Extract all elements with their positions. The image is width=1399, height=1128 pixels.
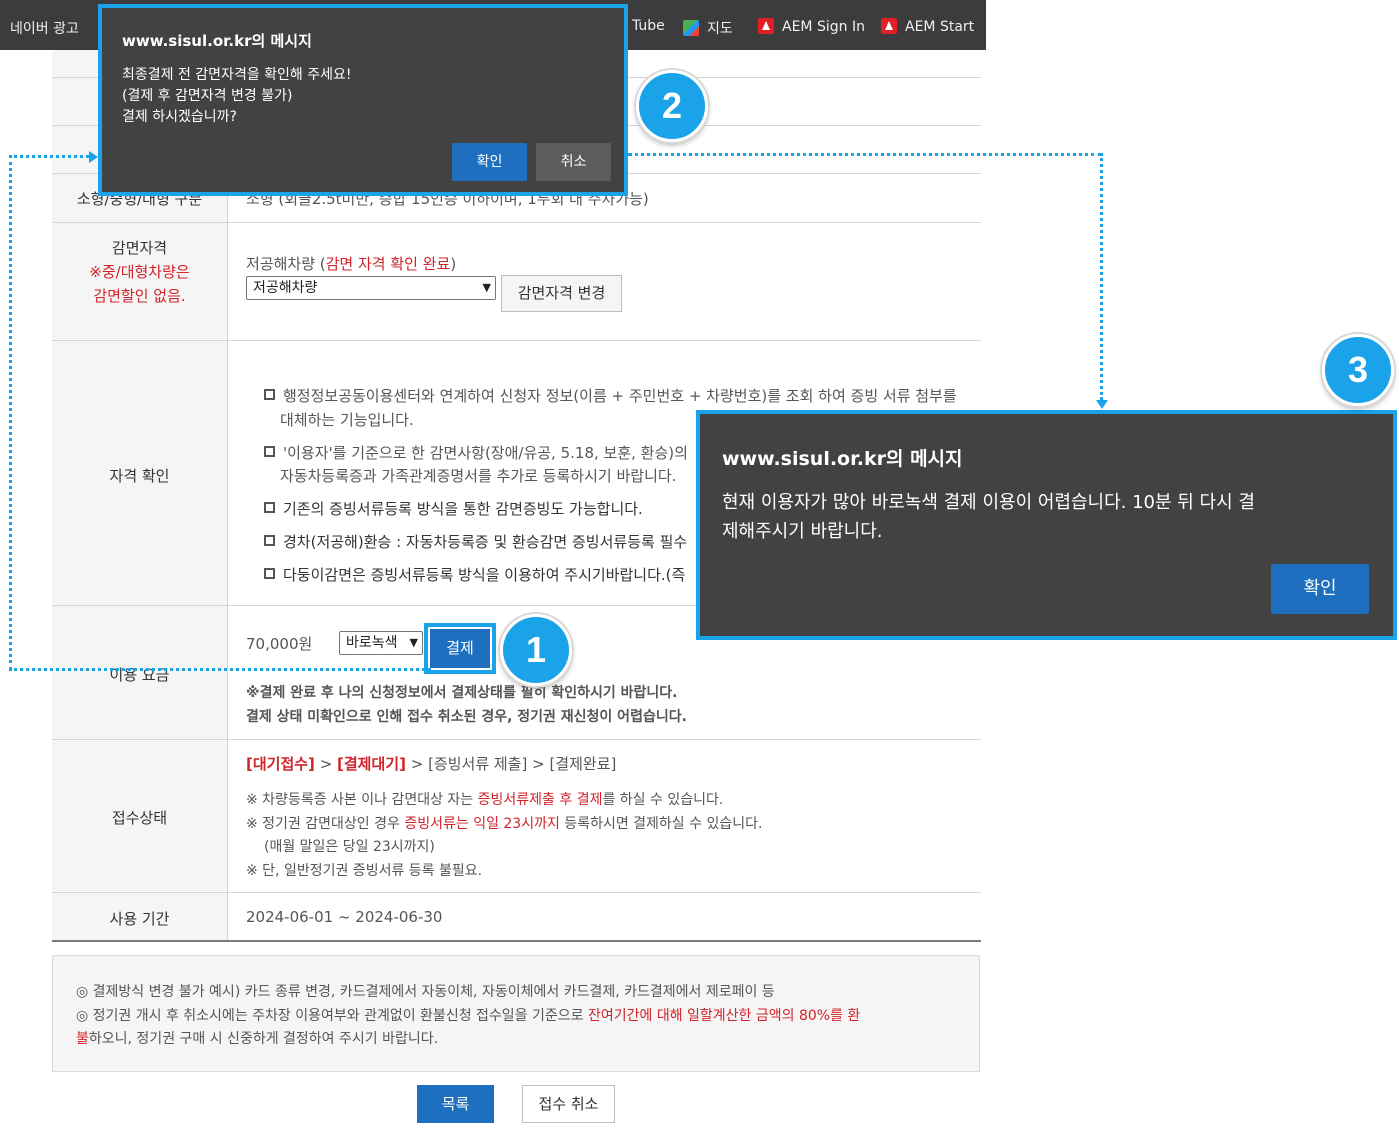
qualification-item-cont: 자동차등록증과 가족관계증명서를 추가로 등록하시기 바랍니다. (280, 467, 677, 485)
cancel-application-button[interactable]: 접수 취소 (522, 1085, 615, 1123)
step-badge-3: 3 (1322, 334, 1394, 406)
qualification-item-cont: 대체하는 기능입니다. (280, 411, 414, 429)
discount-status: 저공해차량 (감면 자격 확인 완료) (246, 255, 457, 273)
status-steps: [대기접수] > [결제대기] > [증빙서류 제출] > [결제완료] (246, 755, 617, 773)
change-discount-button[interactable]: 감면자격 변경 (501, 275, 622, 312)
discount-note-2: 감면할인 없음. (93, 287, 186, 305)
map-icon (683, 20, 699, 36)
connector-line (9, 155, 12, 670)
dialog-message-3: 결제 하시겠습니까? (122, 109, 237, 125)
table-bottom-border (52, 940, 981, 942)
bullet-icon (264, 568, 275, 579)
discount-select[interactable]: 저공해차량 ▼ (246, 276, 496, 300)
payment-method-select[interactable]: 바로녹색 ▼ (339, 631, 423, 655)
period-value: 2024-06-01 ~ 2024-06-30 (246, 908, 443, 926)
discount-note-1: ※중/대형차량은 (89, 263, 190, 281)
row-divider (52, 340, 981, 341)
notice-line-1: ◎ 결제방식 변경 불가 예시) 카드 종류 변경, 카드결제에서 자동이체, … (76, 984, 775, 1000)
status-step: [결제완료] (549, 755, 617, 773)
bullet-icon (264, 502, 275, 513)
pay-button[interactable]: 결제 (430, 629, 490, 668)
status-note-3: (매월 말일은 당일 23시까지) (264, 839, 435, 855)
fee-warning-1: ※결제 완료 후 나의 신청정보에서 결제상태를 필히 확인하시기 바랍니다. (246, 685, 678, 701)
connector-line (9, 155, 89, 158)
bookmark-youtube[interactable]: Tube (632, 18, 665, 34)
dialog-title: www.sisul.or.kr의 메시지 (122, 32, 312, 50)
status-step: [증빙서류 제출] (428, 755, 528, 773)
arrow-right-icon (89, 151, 98, 163)
qualification-item: '이용자'를 기준으로 한 감면사항(장애/유공, 5.18, 보훈, 환승)의 (264, 442, 688, 463)
status-label: 접수상태 (111, 809, 168, 827)
bookmark-map[interactable]: 지도 (683, 18, 733, 38)
bookmark-naver-ad[interactable]: 네이버 광고 (10, 18, 79, 38)
fee-amount: 70,000원 (246, 635, 313, 653)
fee-warning-2: 결제 상태 미확인으로 인해 접수 취소된 경우, 정기권 재신청이 어렵습니다… (246, 709, 687, 725)
status-step-current: [대기접수] (246, 755, 315, 773)
status-note-4: ※ 단, 일반정기권 증빙서류 등록 불필요. (246, 863, 483, 879)
notice-line-3: 불하오니, 정기권 구매 시 신중하게 결정하여 주시기 바랍니다. (76, 1031, 439, 1047)
bullet-icon (264, 389, 275, 400)
arrow-down-icon (1096, 400, 1108, 409)
dialog-message-1: 현재 이용자가 많아 바로녹색 결제 이용이 어렵습니다. 10분 뒤 다시 결 (722, 492, 1255, 513)
dialog-message-2: 제해주시기 바랍니다. (722, 521, 883, 542)
bookmark-aem-sign-in[interactable]: AEM Sign In (758, 18, 865, 35)
dialog-ok-button[interactable]: 확인 (452, 143, 527, 181)
status-note-2: ※ 정기권 감면대상인 경우 증빙서류는 익일 23시까지 등록하시면 결제하실… (246, 816, 763, 832)
qualification-label: 자격 확인 (109, 467, 170, 485)
row-divider (52, 739, 981, 740)
dialog-ok-button[interactable]: 확인 (1271, 564, 1369, 614)
qualification-item: 행정정보공동이용센터와 연계하여 신청자 정보(이름 + 주민번호 + 차량번호… (264, 385, 957, 406)
dialog-cancel-button[interactable]: 취소 (536, 143, 611, 181)
connector-line (628, 153, 1102, 156)
step-badge-1: 1 (500, 614, 572, 686)
chevron-down-icon: ▼ (409, 636, 418, 649)
confirm-dialog: www.sisul.or.kr의 메시지 최종결제 전 감면자격을 확인해 주세… (98, 4, 628, 196)
qualification-item: 기존의 증빙서류등록 방식을 통한 감면증빙도 가능합니다. (264, 498, 643, 519)
row-divider (52, 222, 981, 223)
connector-line (9, 668, 431, 671)
bullet-icon (264, 535, 275, 546)
bookmark-aem-start[interactable]: AEM Start (881, 18, 974, 35)
connector-line (1100, 153, 1103, 400)
error-dialog: www.sisul.or.kr의 메시지 현재 이용자가 많아 바로녹색 결제 … (696, 410, 1397, 640)
status-step: [결제대기] (337, 755, 406, 773)
row-divider (52, 892, 981, 893)
bullet-icon (264, 446, 275, 457)
dialog-message-2: (결제 후 감면자격 변경 불가) (122, 88, 293, 104)
dialog-message-1: 최종결제 전 감면자격을 확인해 주세요! (122, 67, 352, 83)
discount-label: 감면자격 (111, 239, 168, 257)
qualification-item: 다둥이감면은 증빙서류등록 방식을 이용하여 주시기바랍니다.(즉 (264, 564, 685, 585)
list-button[interactable]: 목록 (417, 1085, 494, 1123)
adobe-icon (881, 18, 897, 34)
adobe-icon (758, 18, 774, 34)
period-label: 사용 기간 (109, 910, 170, 928)
qualification-item: 경차(저공해)환승 : 자동차등록증 및 환승감면 증빙서류등록 필수 (264, 531, 687, 552)
step-badge-2: 2 (636, 70, 708, 142)
dialog-title: www.sisul.or.kr의 메시지 (722, 448, 963, 470)
chevron-down-icon: ▼ (482, 281, 491, 294)
status-note-1: ※ 차량등록증 사본 이나 감면대상 자는 증빙서류제출 후 결제를 하실 수 … (246, 792, 724, 808)
notice-line-2: ◎ 정기권 개시 후 취소시에는 주차장 이용여부와 관계없이 환불신청 접수일… (76, 1008, 861, 1024)
